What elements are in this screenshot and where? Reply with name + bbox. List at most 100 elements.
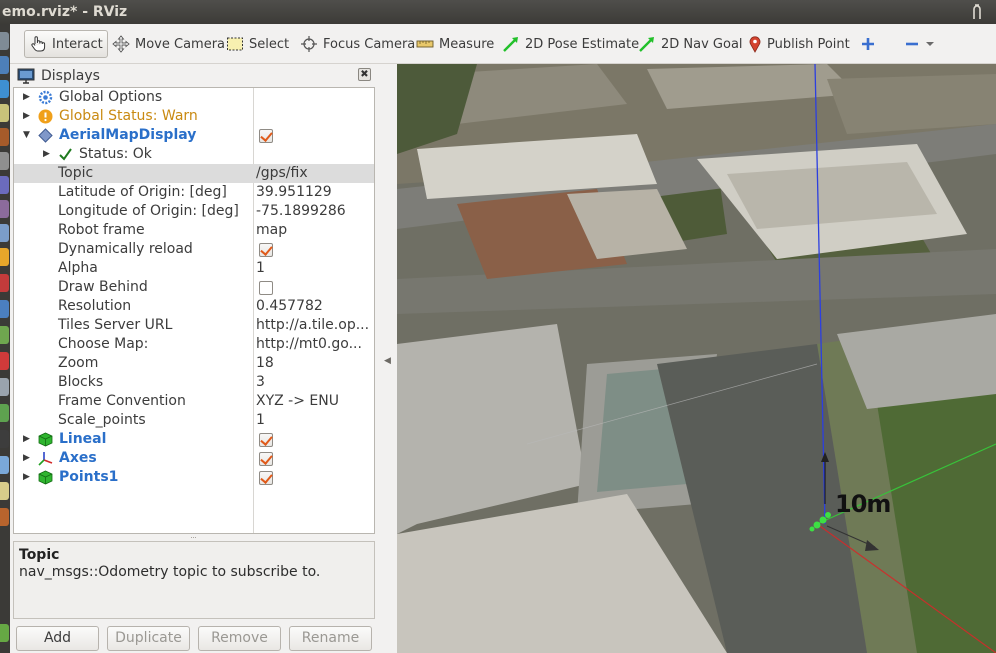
property-label: Dynamically reload bbox=[58, 241, 193, 257]
property-row-tiles-server-url[interactable]: Tiles Server URL http://a.tile.op... bbox=[14, 316, 374, 335]
enabled-checkbox[interactable] bbox=[259, 129, 273, 143]
tree-item-lineal[interactable]: ▶ Lineal bbox=[14, 430, 374, 449]
focus-camera-tool-button[interactable]: Focus Camera bbox=[296, 30, 419, 58]
launcher-icon[interactable] bbox=[0, 248, 9, 266]
property-value[interactable]: XYZ -> ENU bbox=[256, 392, 339, 411]
publish-point-tool-button[interactable]: Publish Point bbox=[744, 30, 854, 58]
property-value[interactable]: /gps/fix bbox=[256, 164, 308, 183]
property-row-choose-map[interactable]: Choose Map: http://mt0.go... bbox=[14, 335, 374, 354]
nav-goal-label: 2D Nav Goal bbox=[661, 36, 743, 52]
property-value[interactable]: -75.1899286 bbox=[256, 202, 346, 221]
launcher-icon[interactable] bbox=[0, 128, 9, 146]
resize-grip-icon[interactable] bbox=[972, 3, 982, 20]
nav-goal-tool-button[interactable]: 2D Nav Goal bbox=[634, 30, 747, 58]
launcher-icon[interactable] bbox=[0, 508, 9, 526]
property-value[interactable]: 39.951129 bbox=[256, 183, 332, 202]
add-button[interactable]: Add bbox=[16, 626, 99, 651]
panel-splitter[interactable] bbox=[13, 534, 375, 541]
interact-tool-button[interactable]: Interact bbox=[24, 30, 108, 58]
expand-arrow-icon[interactable]: ▶ bbox=[23, 430, 33, 449]
launcher-icon[interactable] bbox=[0, 200, 9, 218]
launcher-icon[interactable] bbox=[0, 624, 9, 642]
expand-arrow-icon[interactable]: ▶ bbox=[23, 88, 33, 107]
expand-arrow-icon[interactable]: ▶ bbox=[23, 449, 33, 468]
property-value[interactable]: map bbox=[256, 221, 287, 240]
launcher-icon[interactable] bbox=[0, 482, 9, 500]
warning-icon bbox=[38, 109, 53, 124]
property-value[interactable]: http://a.tile.op... bbox=[256, 316, 369, 335]
displays-dock-title: Displays bbox=[13, 65, 375, 87]
add-tool-button[interactable] bbox=[856, 30, 880, 58]
property-value[interactable]: 18 bbox=[256, 354, 274, 373]
expand-arrow-icon[interactable]: ▶ bbox=[23, 468, 33, 487]
tree-item-axes[interactable]: ▶ Axes bbox=[14, 449, 374, 468]
collapse-arrow-icon[interactable]: ▼ bbox=[23, 126, 33, 145]
property-row-longitude[interactable]: Longitude of Origin: [deg] -75.1899286 bbox=[14, 202, 374, 221]
launcher-icon[interactable] bbox=[0, 378, 9, 396]
collapse-panel-handle[interactable]: ◀ bbox=[384, 356, 391, 366]
property-label: Robot frame bbox=[58, 222, 145, 238]
property-value[interactable]: 3 bbox=[256, 373, 265, 392]
property-row-blocks[interactable]: Blocks 3 bbox=[14, 373, 374, 392]
property-label: Zoom bbox=[58, 355, 99, 371]
launcher-strip bbox=[0, 24, 10, 653]
launcher-icon[interactable] bbox=[0, 80, 9, 98]
property-row-resolution[interactable]: Resolution 0.457782 bbox=[14, 297, 374, 316]
select-tool-button[interactable]: Select bbox=[222, 30, 293, 58]
pose-estimate-tool-button[interactable]: 2D Pose Estimate bbox=[498, 30, 643, 58]
enabled-checkbox[interactable] bbox=[259, 471, 273, 485]
expand-arrow-icon[interactable]: ▶ bbox=[23, 107, 33, 126]
property-row-alpha[interactable]: Alpha 1 bbox=[14, 259, 374, 278]
property-label: Topic bbox=[58, 165, 94, 181]
property-value[interactable]: 1 bbox=[256, 411, 265, 430]
hand-pointer-icon bbox=[31, 36, 46, 52]
displays-tree: ▶ Global Options ▶ Global Status: Warn ▼… bbox=[13, 87, 375, 534]
displays-title: Displays bbox=[41, 68, 100, 84]
property-row-scale-points[interactable]: Scale_points 1 bbox=[14, 411, 374, 430]
duplicate-button[interactable]: Duplicate bbox=[107, 626, 190, 651]
enabled-checkbox[interactable] bbox=[259, 452, 273, 466]
property-row-zoom[interactable]: Zoom 18 bbox=[14, 354, 374, 373]
property-row-draw-behind[interactable]: Draw Behind bbox=[14, 278, 374, 297]
expand-arrow-icon[interactable]: ▶ bbox=[43, 145, 53, 164]
launcher-icon[interactable] bbox=[0, 430, 9, 448]
launcher-icon[interactable] bbox=[0, 352, 9, 370]
tools-toolbar: Interact Move Camera Select Focus Camera… bbox=[10, 24, 996, 64]
remove-button[interactable]: Remove bbox=[198, 626, 281, 651]
launcher-icon[interactable] bbox=[0, 56, 9, 74]
launcher-icon[interactable] bbox=[0, 300, 9, 318]
property-row-robot-frame[interactable]: Robot frame map bbox=[14, 221, 374, 240]
move-camera-tool-button[interactable]: Move Camera bbox=[108, 30, 229, 58]
measure-tool-button[interactable]: Measure bbox=[412, 30, 498, 58]
property-row-dynamically-reload[interactable]: Dynamically reload bbox=[14, 240, 374, 259]
launcher-icon[interactable] bbox=[0, 32, 9, 50]
tree-item-status-ok[interactable]: ▶ Status: Ok bbox=[14, 145, 374, 164]
launcher-icon[interactable] bbox=[0, 224, 9, 242]
property-value[interactable]: 0.457782 bbox=[256, 297, 323, 316]
launcher-icon[interactable] bbox=[0, 326, 9, 344]
tree-item-points1[interactable]: ▶ Points1 bbox=[14, 468, 374, 487]
enabled-checkbox[interactable] bbox=[259, 433, 273, 447]
property-row-frame-convention[interactable]: Frame Convention XYZ -> ENU bbox=[14, 392, 374, 411]
draw-behind-checkbox[interactable] bbox=[259, 281, 273, 295]
render-view-3d[interactable] bbox=[397, 64, 996, 653]
tree-item-global-options[interactable]: ▶ Global Options bbox=[14, 88, 374, 107]
property-value[interactable]: http://mt0.go... bbox=[256, 335, 362, 354]
tree-item-label: Global Options bbox=[59, 89, 163, 105]
tree-item-global-status[interactable]: ▶ Global Status: Warn bbox=[14, 107, 374, 126]
rename-button[interactable]: Rename bbox=[289, 626, 372, 651]
launcher-icon[interactable] bbox=[0, 456, 9, 474]
launcher-icon[interactable] bbox=[0, 152, 9, 170]
remove-tool-menu-button[interactable] bbox=[900, 30, 939, 58]
property-row-latitude[interactable]: Latitude of Origin: [deg] 39.951129 bbox=[14, 183, 374, 202]
launcher-icon[interactable] bbox=[0, 176, 9, 194]
property-row-topic[interactable]: Topic /gps/fix bbox=[14, 164, 374, 183]
launcher-icon[interactable] bbox=[0, 104, 9, 122]
launcher-icon[interactable] bbox=[0, 404, 9, 422]
close-dock-button[interactable]: ✖ bbox=[358, 68, 371, 81]
tree-item-aerial-map-display[interactable]: ▼ AerialMapDisplay bbox=[14, 126, 374, 145]
move-arrows-icon bbox=[112, 35, 130, 53]
launcher-icon[interactable] bbox=[0, 274, 9, 292]
property-value[interactable]: 1 bbox=[256, 259, 265, 278]
dynamically-reload-checkbox[interactable] bbox=[259, 243, 273, 257]
